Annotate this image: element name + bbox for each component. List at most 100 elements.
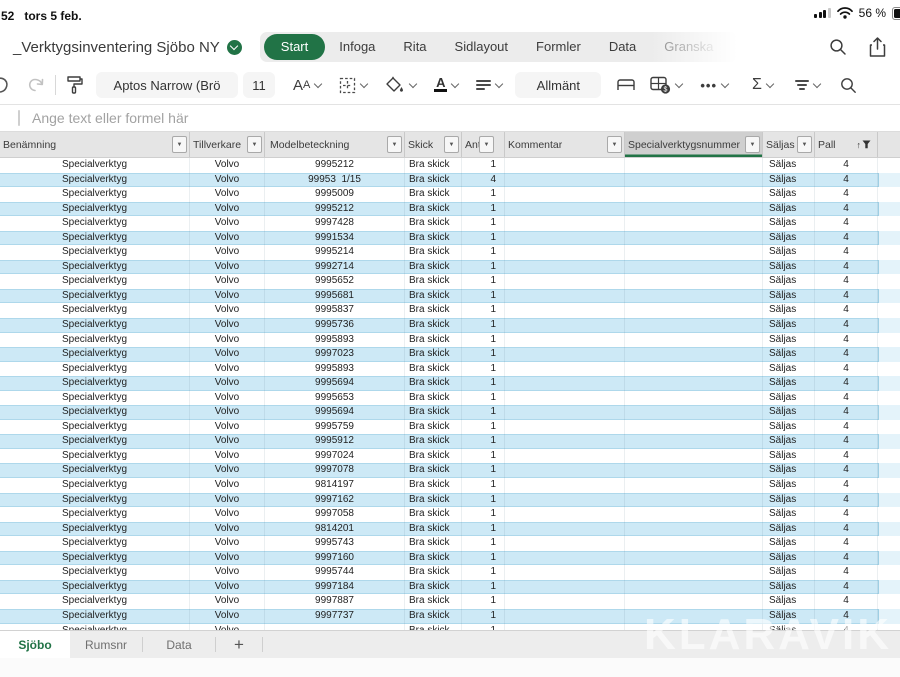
- ribbon-tab-formler[interactable]: Formler: [522, 34, 595, 60]
- table-row[interactable]: SpecialverktygVolvo9995743Bra skick1Sälj…: [0, 536, 900, 551]
- cell[interactable]: Säljas: [763, 303, 815, 318]
- sort-filter-applied-icon[interactable]: ↑: [857, 140, 872, 150]
- cell[interactable]: Bra skick: [405, 434, 462, 449]
- cell[interactable]: Specialverktyg: [0, 260, 190, 275]
- cell[interactable]: Specialverktyg: [0, 173, 190, 188]
- cell[interactable]: Säljas: [763, 478, 815, 493]
- cell[interactable]: 4: [815, 333, 878, 348]
- cell[interactable]: [625, 536, 763, 551]
- borders-button[interactable]: [339, 77, 367, 94]
- cell[interactable]: [625, 347, 763, 362]
- cell[interactable]: Volvo: [190, 507, 265, 522]
- cell[interactable]: 9995214: [265, 245, 405, 260]
- table-row[interactable]: SpecialverktygVolvo9997078Bra skick1Sälj…: [0, 463, 900, 478]
- cell[interactable]: [625, 565, 763, 580]
- cell[interactable]: Säljas: [763, 420, 815, 435]
- cell[interactable]: Bra skick: [405, 391, 462, 406]
- cell[interactable]: [505, 551, 625, 566]
- table-row[interactable]: SpecialverktygVolvo9997058Bra skick1Sälj…: [0, 507, 900, 522]
- cell[interactable]: [505, 449, 625, 464]
- cell[interactable]: [505, 274, 625, 289]
- cell[interactable]: Säljas: [763, 463, 815, 478]
- cell[interactable]: [505, 434, 625, 449]
- cell[interactable]: Specialverktyg: [0, 551, 190, 566]
- cell[interactable]: 1: [462, 318, 505, 333]
- cell[interactable]: 1: [462, 594, 505, 609]
- cell[interactable]: 9995912: [265, 434, 405, 449]
- cell[interactable]: 4: [815, 376, 878, 391]
- cell[interactable]: 1: [462, 289, 505, 304]
- cell[interactable]: Säljas: [763, 158, 815, 173]
- cell[interactable]: 1: [462, 274, 505, 289]
- cell[interactable]: Säljas: [763, 405, 815, 420]
- cell[interactable]: Bra skick: [405, 187, 462, 202]
- cell[interactable]: 9995694: [265, 376, 405, 391]
- cell[interactable]: 1: [462, 231, 505, 246]
- filter-dropdown-icon[interactable]: ▼: [172, 136, 187, 153]
- cell[interactable]: 1: [462, 463, 505, 478]
- cell[interactable]: [625, 434, 763, 449]
- table-row[interactable]: SpecialverktygVolvo9995212Bra skick1Sälj…: [0, 202, 900, 217]
- cell[interactable]: 99953 1/15: [265, 173, 405, 188]
- cell[interactable]: [505, 318, 625, 333]
- cell[interactable]: [505, 522, 625, 537]
- cell[interactable]: 9814201: [265, 522, 405, 537]
- cell[interactable]: 9995652: [265, 274, 405, 289]
- cell[interactable]: Säljas: [763, 580, 815, 595]
- cell[interactable]: Specialverktyg: [0, 580, 190, 595]
- cell[interactable]: Specialverktyg: [0, 594, 190, 609]
- cell[interactable]: 9992714: [265, 260, 405, 275]
- cell[interactable]: 4: [815, 245, 878, 260]
- cell[interactable]: Säljas: [763, 391, 815, 406]
- add-sheet-button[interactable]: +: [216, 631, 262, 658]
- cell[interactable]: Bra skick: [405, 376, 462, 391]
- cell[interactable]: [505, 376, 625, 391]
- cell[interactable]: Bra skick: [405, 463, 462, 478]
- cell[interactable]: 4: [815, 565, 878, 580]
- cell[interactable]: 1: [462, 507, 505, 522]
- cell[interactable]: Säljas: [763, 376, 815, 391]
- cell[interactable]: Bra skick: [405, 289, 462, 304]
- ribbon-tab-granska[interactable]: Granska: [650, 34, 727, 60]
- cell[interactable]: Volvo: [190, 158, 265, 173]
- column-header-specialverktygsnummer[interactable]: Specialverktygsnummer▼: [625, 132, 763, 157]
- cell[interactable]: 1: [462, 303, 505, 318]
- cell[interactable]: 1: [462, 187, 505, 202]
- cell[interactable]: 1: [462, 493, 505, 508]
- column-header-kommentar[interactable]: Kommentar▼: [505, 132, 625, 157]
- ribbon-tab-data[interactable]: Data: [595, 34, 650, 60]
- cell[interactable]: 4: [815, 405, 878, 420]
- cell[interactable]: [625, 609, 763, 624]
- cell[interactable]: 4: [815, 478, 878, 493]
- cell[interactable]: Volvo: [190, 493, 265, 508]
- cell[interactable]: Volvo: [190, 609, 265, 624]
- filter-dropdown-icon[interactable]: ▼: [479, 136, 494, 153]
- cell[interactable]: Volvo: [190, 522, 265, 537]
- cell[interactable]: Bra skick: [405, 202, 462, 217]
- cell[interactable]: Volvo: [190, 551, 265, 566]
- cell[interactable]: Specialverktyg: [0, 274, 190, 289]
- font-name-select[interactable]: Aptos Narrow (Brö: [96, 72, 238, 98]
- cell[interactable]: 9997184: [265, 580, 405, 595]
- cell[interactable]: 1: [462, 609, 505, 624]
- cell[interactable]: 9995837: [265, 303, 405, 318]
- cell[interactable]: 4: [815, 318, 878, 333]
- cell[interactable]: [625, 216, 763, 231]
- cell[interactable]: Volvo: [190, 216, 265, 231]
- cell[interactable]: Specialverktyg: [0, 478, 190, 493]
- sort-filter-button[interactable]: [795, 80, 820, 90]
- cell[interactable]: [625, 231, 763, 246]
- cell[interactable]: [505, 333, 625, 348]
- cell[interactable]: Säljas: [763, 594, 815, 609]
- sheet-tab-data[interactable]: Data: [143, 631, 215, 658]
- cell[interactable]: Specialverktyg: [0, 536, 190, 551]
- cell[interactable]: Bra skick: [405, 522, 462, 537]
- table-row[interactable]: SpecialverktygVolvo9814201Bra skick1Sälj…: [0, 522, 900, 537]
- cell[interactable]: Volvo: [190, 347, 265, 362]
- search-icon[interactable]: [829, 38, 847, 56]
- cell[interactable]: [625, 391, 763, 406]
- cell[interactable]: 9995681: [265, 289, 405, 304]
- cell[interactable]: 1: [462, 565, 505, 580]
- table-row[interactable]: SpecialverktygVolvo9995694Bra skick1Sälj…: [0, 405, 900, 420]
- cell[interactable]: 1: [462, 405, 505, 420]
